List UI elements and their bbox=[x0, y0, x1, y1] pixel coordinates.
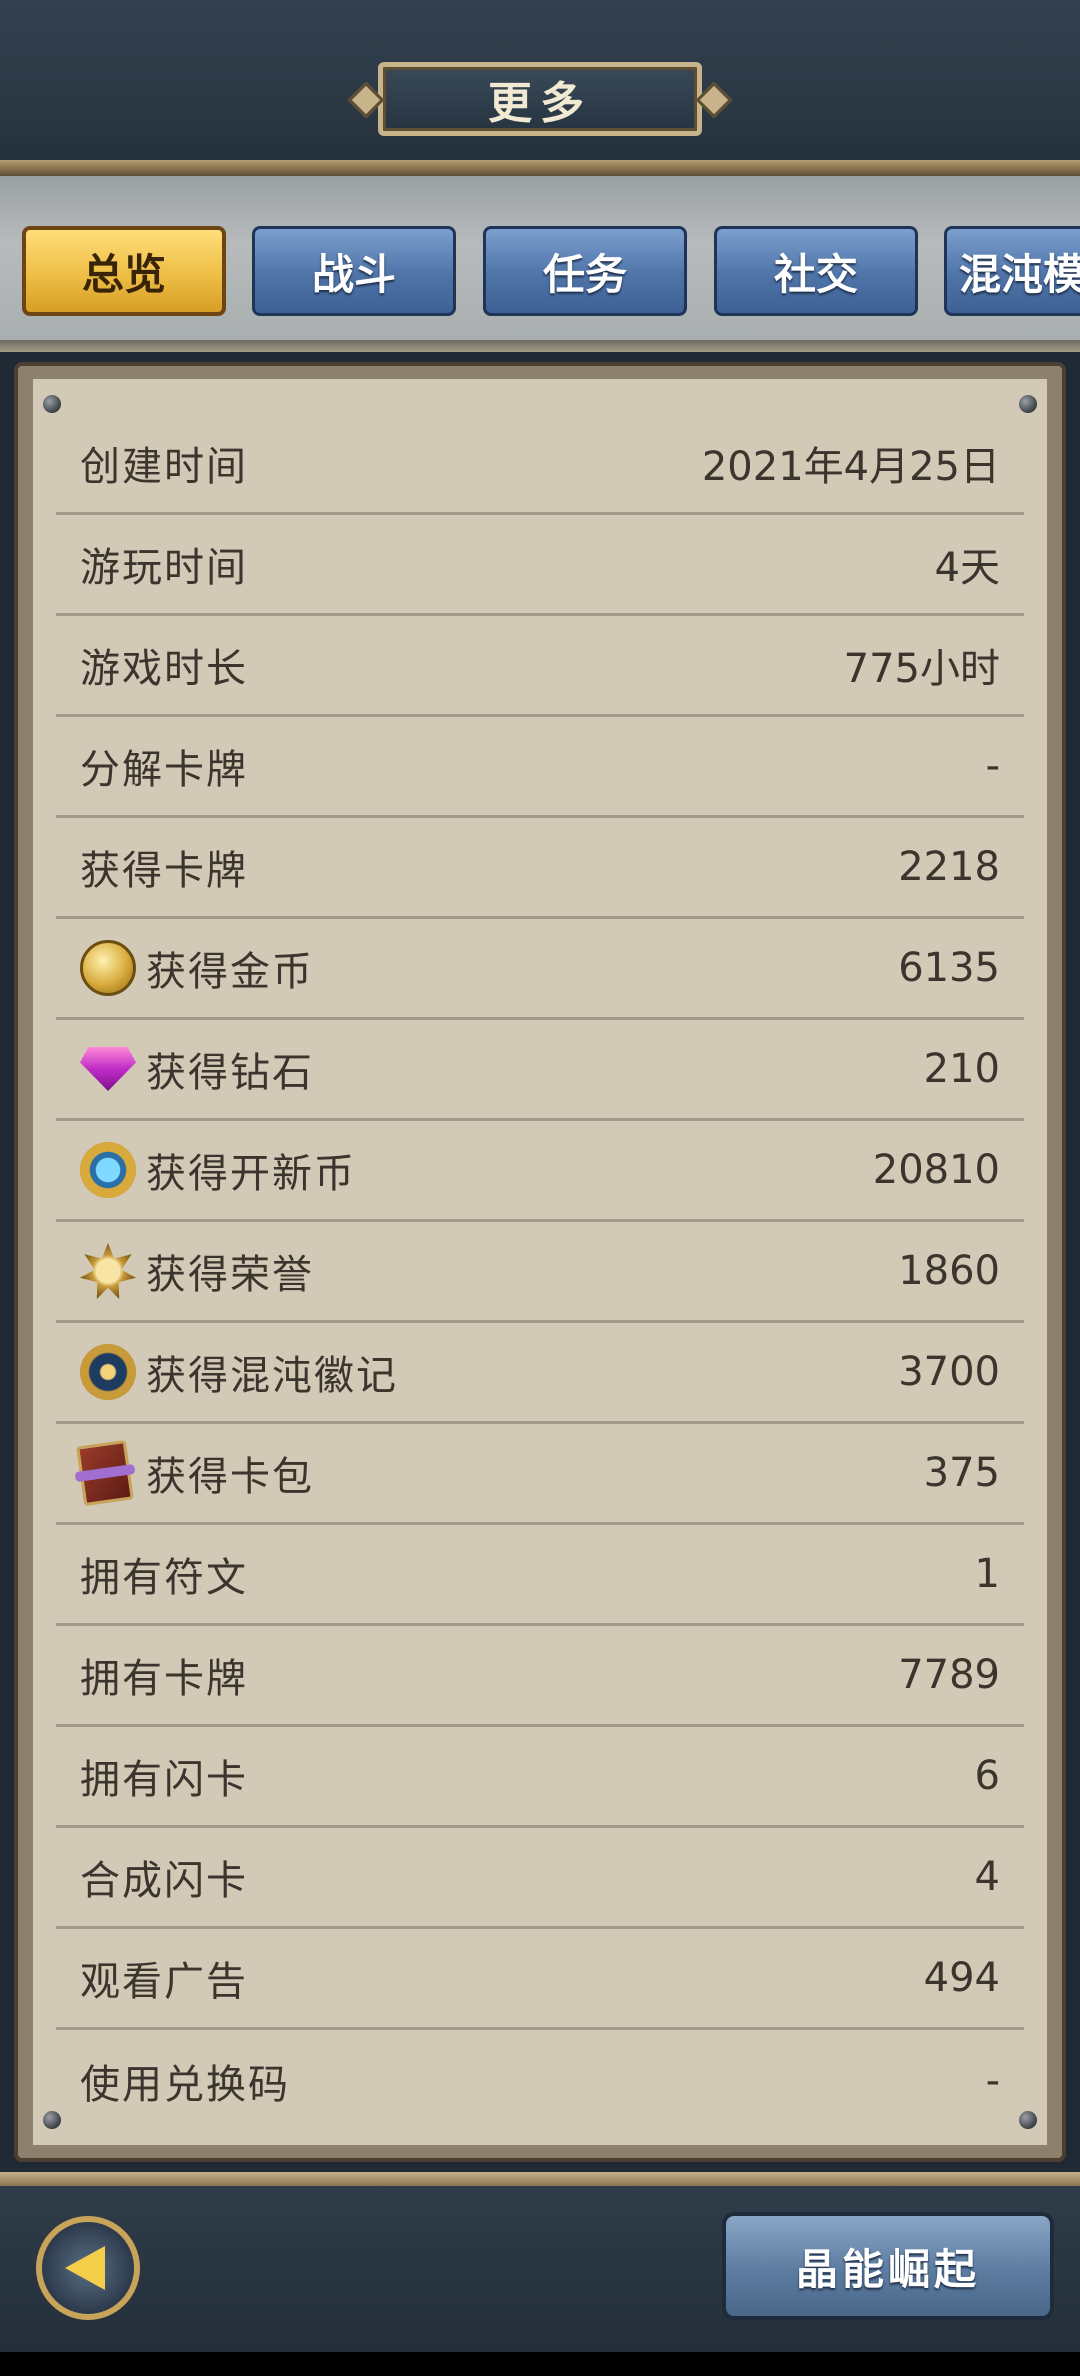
back-arrow-icon bbox=[65, 2246, 105, 2290]
card-pack-icon bbox=[76, 1439, 134, 1507]
stat-label: 拥有符文 bbox=[80, 1555, 248, 1601]
stat-row-days-played: 游玩时间 4天 bbox=[56, 515, 1024, 616]
stat-label: 观看广告 bbox=[80, 1959, 248, 2005]
stat-label: 拥有闪卡 bbox=[80, 1757, 248, 1803]
stat-row-ads-watched: 观看广告 494 bbox=[56, 1929, 1024, 2030]
stat-value: 7789 bbox=[898, 1652, 1000, 1698]
title-plate: 更多 bbox=[347, 62, 733, 136]
stat-value: - bbox=[985, 2057, 1000, 2104]
stat-row-codes-redeemed: 使用兑换码 - bbox=[56, 2030, 1024, 2131]
stat-row-chaos-emblem: 获得混沌徽记 3700 bbox=[56, 1323, 1024, 1424]
stat-row-cards-disenchanted: 分解卡牌 - bbox=[56, 717, 1024, 818]
tab-quest[interactable]: 任务 bbox=[483, 226, 687, 316]
stat-value: 4 bbox=[974, 1854, 1000, 1900]
stat-label: 获得金币 bbox=[146, 949, 314, 995]
stat-label: 分解卡牌 bbox=[80, 747, 248, 793]
stat-value: 210 bbox=[923, 1046, 1000, 1092]
chaos-emblem-icon bbox=[80, 1344, 136, 1400]
stat-label: 获得荣誉 bbox=[146, 1252, 314, 1298]
tab-battle[interactable]: 战斗 bbox=[252, 226, 456, 316]
stat-value: 6135 bbox=[898, 945, 1000, 991]
stat-label: 获得卡牌 bbox=[80, 848, 248, 894]
honor-medal-icon bbox=[80, 1243, 136, 1299]
stat-row-cards-owned: 拥有卡牌 7789 bbox=[56, 1626, 1024, 1727]
stat-row-play-hours: 游戏时长 775小时 bbox=[56, 616, 1024, 717]
stat-value: 2218 bbox=[898, 844, 1000, 890]
rivet-icon bbox=[43, 395, 61, 413]
stat-value: - bbox=[985, 743, 1000, 789]
stat-row-card-pack: 获得卡包 375 bbox=[56, 1424, 1024, 1525]
stat-value: 4天 bbox=[934, 545, 1000, 591]
stat-value: 20810 bbox=[872, 1147, 1000, 1193]
stat-value: 3700 bbox=[898, 1349, 1000, 1395]
stat-label: 获得混沌徽记 bbox=[146, 1353, 398, 1399]
stat-row-cards-obtained: 获得卡牌 2218 bbox=[56, 818, 1024, 919]
stat-label: 游戏时长 bbox=[80, 646, 248, 692]
page-title: 更多 bbox=[488, 78, 592, 129]
stat-label: 获得开新币 bbox=[146, 1151, 356, 1197]
stat-value: 775小时 bbox=[843, 646, 1000, 692]
stat-label: 获得钻石 bbox=[146, 1050, 314, 1096]
stat-row-created: 创建时间 2021年4月25日 bbox=[56, 414, 1024, 515]
stat-row-runes-owned: 拥有符文 1 bbox=[56, 1525, 1024, 1626]
tab-chaos-mode[interactable]: 混沌模 bbox=[944, 226, 1080, 316]
stat-label: 游玩时间 bbox=[80, 545, 248, 591]
back-button[interactable] bbox=[36, 2216, 140, 2320]
stat-value: 375 bbox=[923, 1450, 1000, 1496]
new-coin-icon bbox=[80, 1142, 136, 1198]
stat-value: 494 bbox=[923, 1955, 1000, 2001]
tab-social[interactable]: 社交 bbox=[714, 226, 918, 316]
diamond-icon bbox=[80, 1047, 136, 1091]
stat-row-diamond: 获得钻石 210 bbox=[56, 1020, 1024, 1121]
stat-row-foils-crafted: 合成闪卡 4 bbox=[56, 1828, 1024, 1929]
stat-label: 获得卡包 bbox=[146, 1454, 314, 1500]
stat-row-foils-owned: 拥有闪卡 6 bbox=[56, 1727, 1024, 1828]
stat-label: 使用兑换码 bbox=[80, 2061, 290, 2108]
stat-row-gold: 获得金币 6135 bbox=[56, 919, 1024, 1020]
stat-value: 6 bbox=[974, 1753, 1000, 1799]
tab-bar-border bbox=[0, 340, 1080, 352]
footer-border bbox=[0, 2172, 1080, 2186]
stat-value: 1860 bbox=[898, 1248, 1000, 1294]
header-border bbox=[0, 160, 1080, 176]
stat-label: 创建时间 bbox=[80, 444, 248, 490]
stat-value: 2021年4月25日 bbox=[701, 444, 1000, 490]
gold-coin-icon bbox=[80, 940, 136, 996]
stat-label: 合成闪卡 bbox=[80, 1858, 248, 1904]
crystal-rise-button[interactable]: 晶能崛起 bbox=[722, 2212, 1054, 2320]
stat-row-new-coin: 获得开新币 20810 bbox=[56, 1121, 1024, 1222]
stat-value: 1 bbox=[974, 1551, 1000, 1597]
stat-label: 拥有卡牌 bbox=[80, 1656, 248, 1702]
stat-row-honor: 获得荣誉 1860 bbox=[56, 1222, 1024, 1323]
rivet-icon bbox=[1019, 395, 1037, 413]
tab-overview[interactable]: 总览 bbox=[22, 226, 226, 316]
stats-list: 创建时间 2021年4月25日 游玩时间 4天 游戏时长 775小时 分解卡牌 … bbox=[56, 414, 1024, 2131]
system-nav-bar bbox=[0, 2352, 1080, 2376]
